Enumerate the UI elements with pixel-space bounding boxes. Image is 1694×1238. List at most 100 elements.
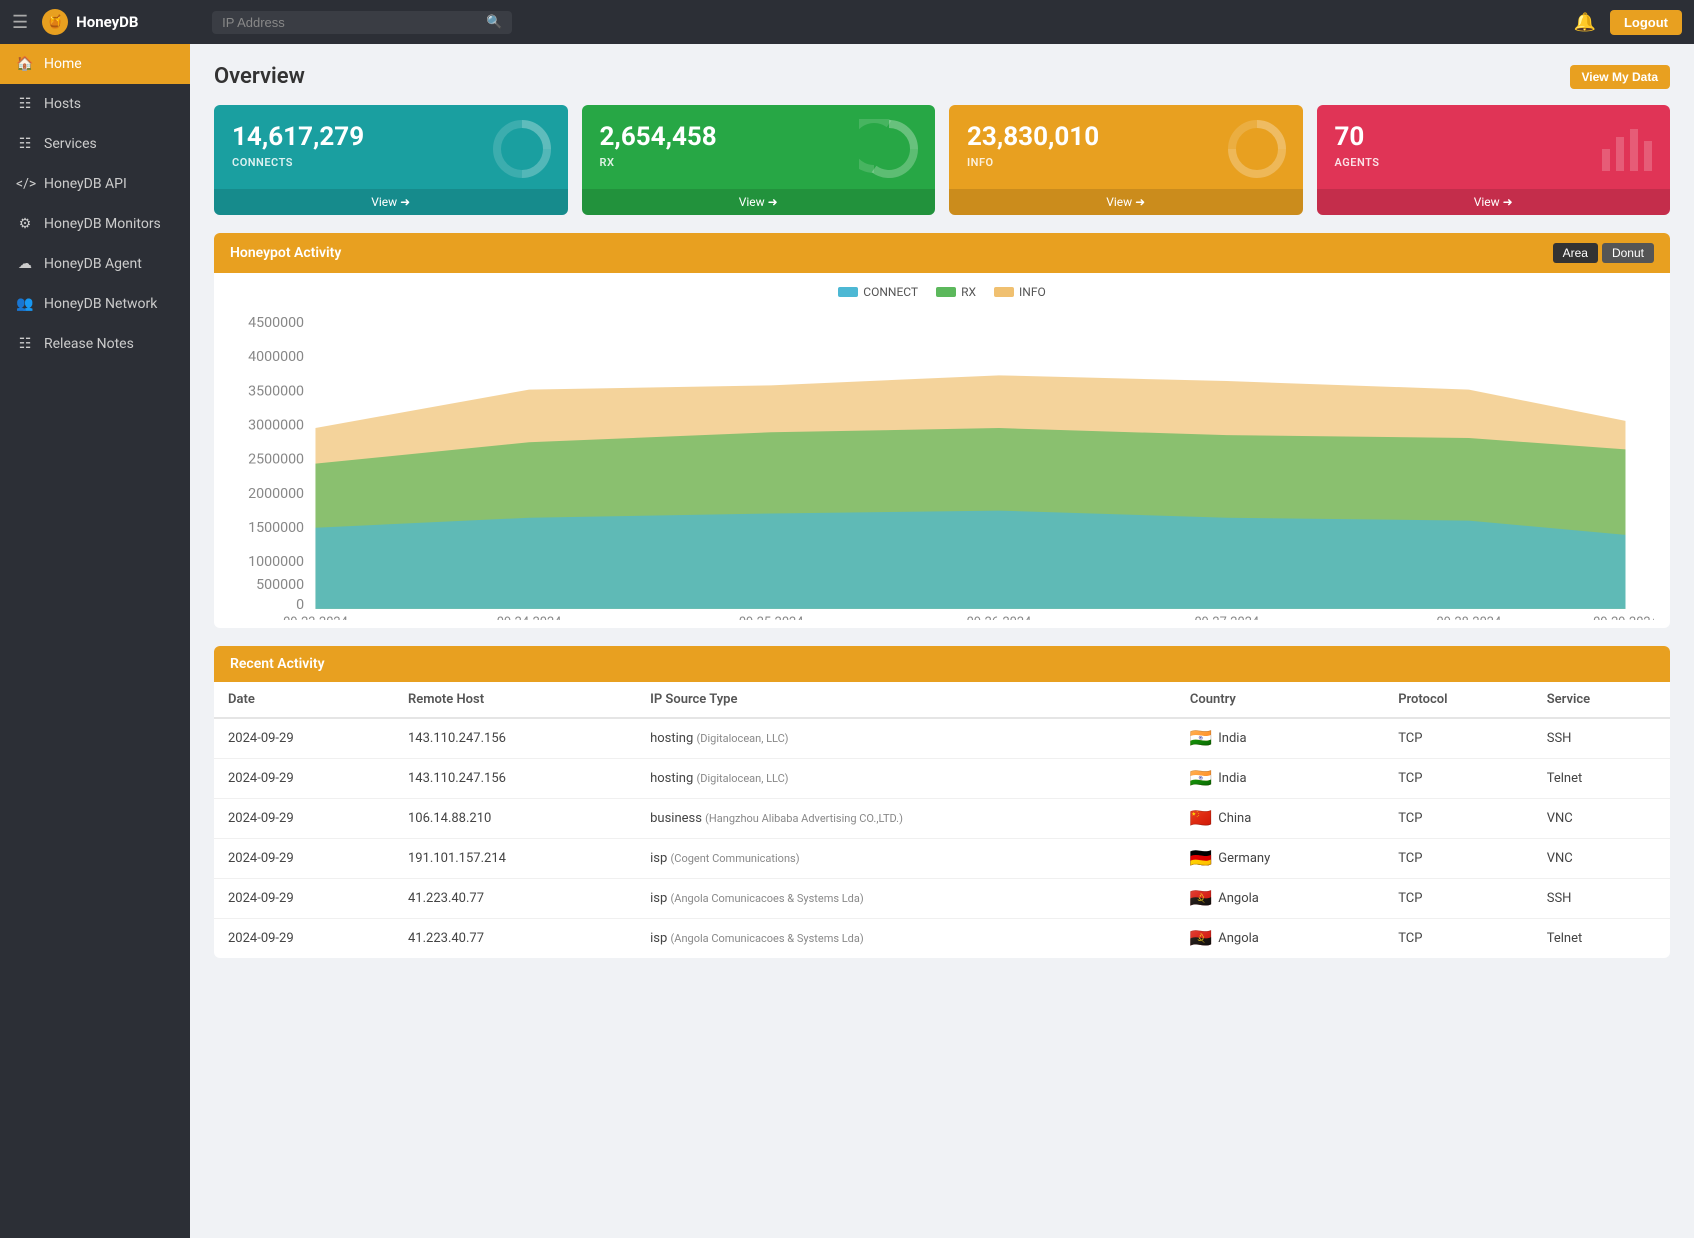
topbar: ☰ 🍯 HoneyDB 🔍 🔔 Logout xyxy=(0,0,1694,44)
donut-chart-button[interactable]: Donut xyxy=(1602,243,1654,263)
api-icon: </> xyxy=(16,176,34,192)
sidebar-item-hosts[interactable]: ☷ Hosts xyxy=(0,84,190,124)
cell-date: 2024-09-29 xyxy=(214,919,394,959)
stat-card-agents: 70 AGENTS View ➜ xyxy=(1317,105,1671,215)
release-notes-icon: ☷ xyxy=(16,336,34,352)
cell-country: 🇦🇴 Angola xyxy=(1176,919,1384,959)
svg-text:09-26-2024: 09-26-2024 xyxy=(967,615,1032,620)
cell-remote-host[interactable]: 41.223.40.77 xyxy=(394,879,636,919)
legend-rx: RX xyxy=(936,285,976,299)
cell-country: 🇩🇪 Germany xyxy=(1176,839,1384,879)
rx-view-link[interactable]: View ➜ xyxy=(582,189,936,215)
sidebar-label-hosts: Hosts xyxy=(44,96,81,112)
cell-ip-source: hosting (Digitalocean, LLC) xyxy=(636,759,1176,799)
view-my-data-button[interactable]: View My Data xyxy=(1570,65,1670,89)
col-ip-source-type: IP Source Type xyxy=(636,682,1176,718)
page-title: Overview xyxy=(214,64,305,89)
sidebar-item-agent[interactable]: ☁ HoneyDB Agent xyxy=(0,244,190,284)
stat-card-rx: 2,654,458 RX View ➜ xyxy=(582,105,936,215)
search-input[interactable] xyxy=(222,15,486,30)
logo-area: 🍯 HoneyDB xyxy=(42,9,202,35)
flag-icon: 🇮🇳 xyxy=(1190,728,1212,749)
country-name: China xyxy=(1218,811,1251,826)
connect-legend-dot xyxy=(838,287,858,297)
sidebar-item-services[interactable]: ☷ Services xyxy=(0,124,190,164)
logout-button[interactable]: Logout xyxy=(1610,10,1682,35)
area-chart-button[interactable]: Area xyxy=(1553,243,1598,263)
hamburger-icon[interactable]: ☰ xyxy=(12,12,28,33)
svg-text:09-23-2024: 09-23-2024 xyxy=(283,615,348,620)
country-name: Angola xyxy=(1218,891,1259,906)
cell-service[interactable]: VNC xyxy=(1533,839,1670,879)
cell-ip-source: hosting (Digitalocean, LLC) xyxy=(636,718,1176,759)
flag-icon: 🇨🇳 xyxy=(1190,808,1212,829)
recent-activity-section: Recent Activity Date Remote Host IP Sour… xyxy=(214,646,1670,958)
sidebar-item-home[interactable]: 🏠 Home xyxy=(0,44,190,84)
honeypot-activity-header: Honeypot Activity Area Donut xyxy=(214,233,1670,273)
cell-protocol: TCP xyxy=(1384,718,1533,759)
flag-icon: 🇦🇴 xyxy=(1190,888,1212,909)
cell-service[interactable]: SSH xyxy=(1533,879,1670,919)
home-icon: 🏠 xyxy=(16,56,34,72)
recent-activity-header: Recent Activity xyxy=(214,646,1670,682)
sidebar-item-release-notes[interactable]: ☷ Release Notes xyxy=(0,324,190,364)
info-legend-label: INFO xyxy=(1019,285,1046,299)
info-view-link[interactable]: View ➜ xyxy=(949,189,1303,215)
cell-service[interactable]: SSH xyxy=(1533,718,1670,759)
network-icon: 👥 xyxy=(16,296,34,312)
cell-remote-host[interactable]: 143.110.247.156 xyxy=(394,718,636,759)
services-icon: ☷ xyxy=(16,136,34,152)
agents-chart-icon xyxy=(1594,119,1654,191)
cell-service[interactable]: Telnet xyxy=(1533,919,1670,959)
sidebar-item-network[interactable]: 👥 HoneyDB Network xyxy=(0,284,190,324)
legend-connect: CONNECT xyxy=(838,285,918,299)
table-row: 2024-09-29 143.110.247.156 hosting (Digi… xyxy=(214,759,1670,799)
cell-service[interactable]: Telnet xyxy=(1533,759,1670,799)
sidebar-item-api[interactable]: </> HoneyDB API xyxy=(0,164,190,204)
country-name: India xyxy=(1218,771,1246,786)
cell-service[interactable]: VNC xyxy=(1533,799,1670,839)
svg-text:09-27-2024: 09-27-2024 xyxy=(1194,615,1259,620)
topbar-right: 🔔 Logout xyxy=(1574,10,1682,35)
connects-view-link[interactable]: View ➜ xyxy=(214,189,568,215)
svg-text:4000000: 4000000 xyxy=(248,349,304,365)
legend-info: INFO xyxy=(994,285,1046,299)
cell-remote-host[interactable]: 143.110.247.156 xyxy=(394,759,636,799)
col-country: Country xyxy=(1176,682,1384,718)
bell-icon[interactable]: 🔔 xyxy=(1574,12,1596,33)
svg-text:2500000: 2500000 xyxy=(248,452,304,468)
chart-svg-area: 4500000 4000000 3500000 3000000 2500000 … xyxy=(230,307,1654,620)
table-row: 2024-09-29 143.110.247.156 hosting (Digi… xyxy=(214,718,1670,759)
search-icon: 🔍 xyxy=(486,15,502,30)
table-row: 2024-09-29 106.14.88.210 business (Hangz… xyxy=(214,799,1670,839)
svg-text:1500000: 1500000 xyxy=(248,520,304,536)
connect-legend-label: CONNECT xyxy=(863,285,918,299)
cell-country: 🇮🇳 India xyxy=(1176,759,1384,799)
sidebar-label-services: Services xyxy=(44,136,97,152)
col-service: Service xyxy=(1533,682,1670,718)
cell-country: 🇮🇳 India xyxy=(1176,718,1384,759)
search-box[interactable]: 🔍 xyxy=(212,11,512,34)
svg-text:09-29-2024: 09-29-2024 xyxy=(1593,615,1654,620)
cell-date: 2024-09-29 xyxy=(214,799,394,839)
cell-remote-host[interactable]: 41.223.40.77 xyxy=(394,919,636,959)
info-legend-dot xyxy=(994,287,1014,297)
cell-country: 🇦🇴 Angola xyxy=(1176,879,1384,919)
sidebar-item-monitors[interactable]: ⚙ HoneyDB Monitors xyxy=(0,204,190,244)
cell-remote-host[interactable]: 106.14.88.210 xyxy=(394,799,636,839)
rx-legend-label: RX xyxy=(961,285,976,299)
agents-view-link[interactable]: View ➜ xyxy=(1317,189,1671,215)
monitors-icon: ⚙ xyxy=(16,216,34,232)
cell-country: 🇨🇳 China xyxy=(1176,799,1384,839)
stats-row: 14,617,279 CONNECTS View ➜ 2,654,458 RX … xyxy=(214,105,1670,215)
hosts-icon: ☷ xyxy=(16,96,34,112)
info-chart-icon xyxy=(1227,119,1287,191)
svg-text:4500000: 4500000 xyxy=(248,315,304,331)
cell-ip-source: isp (Cogent Communications) xyxy=(636,839,1176,879)
cell-date: 2024-09-29 xyxy=(214,879,394,919)
chart-legend: CONNECT RX INFO xyxy=(230,285,1654,299)
honeypot-activity-title: Honeypot Activity xyxy=(230,245,341,261)
sidebar-label-home: Home xyxy=(44,56,82,72)
table-row: 2024-09-29 191.101.157.214 isp (Cogent C… xyxy=(214,839,1670,879)
cell-remote-host[interactable]: 191.101.157.214 xyxy=(394,839,636,879)
